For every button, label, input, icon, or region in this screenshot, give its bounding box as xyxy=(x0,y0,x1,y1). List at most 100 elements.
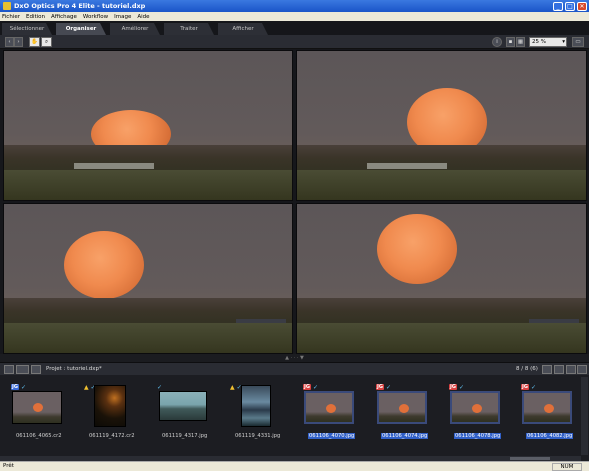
thumbnail-filename: 061119_4331.jpg xyxy=(235,433,281,439)
building xyxy=(74,163,154,169)
preview-pane-3[interactable] xyxy=(3,203,293,354)
thumbnail-filename: 061106_4078.jpg xyxy=(454,433,502,439)
ground xyxy=(297,170,586,200)
thumbnail-image[interactable] xyxy=(12,391,62,424)
menu-fichier[interactable]: Fichier xyxy=(2,14,20,20)
thumbnail[interactable]: ▲✓061119_4172.cr2 xyxy=(84,383,148,443)
image-count: 8 / 8 (6) xyxy=(516,366,538,372)
grid-view-icon[interactable] xyxy=(577,365,587,374)
menu-workflow[interactable]: Workflow xyxy=(83,14,108,20)
format-badge: JG xyxy=(11,384,19,390)
moon xyxy=(377,214,457,284)
menu-edition[interactable]: Edition xyxy=(26,14,45,20)
moon xyxy=(33,402,43,412)
menu-bar: Fichier Edition Affichage Workflow Image… xyxy=(0,12,589,21)
thumbnail-badges: JG ✓ xyxy=(449,383,464,391)
app-icon xyxy=(3,2,11,10)
ground xyxy=(297,323,586,353)
thumbnail-image[interactable] xyxy=(304,391,354,424)
tab-organiser[interactable]: Organiser xyxy=(56,23,106,35)
preview-pane-4[interactable] xyxy=(296,203,587,354)
thumbnail-badges: JG ✓ xyxy=(376,383,391,391)
thumbnail-filename: 061106_4074.jpg xyxy=(381,433,429,439)
window-title: DxO Optics Pro 4 Elite - tutoriel.dxp xyxy=(14,2,146,10)
project-name: tutoriel.dxp* xyxy=(67,366,102,372)
thumbnail[interactable]: JG ✓ 061106_4082.jpg xyxy=(521,383,585,443)
tab-traiter[interactable]: Traiter xyxy=(164,23,214,35)
ground xyxy=(4,170,292,200)
forward-arrow-icon[interactable]: › xyxy=(14,37,23,47)
thumbnail-filename: 061106_4070.jpg xyxy=(308,433,356,439)
project-icon[interactable] xyxy=(4,365,14,374)
check-icon: ✓ xyxy=(157,383,163,391)
info-icon[interactable]: i xyxy=(492,37,502,47)
tab-afficher[interactable]: Afficher xyxy=(218,23,268,35)
preview-pane-1[interactable] xyxy=(3,50,293,201)
vertical-scrollbar[interactable] xyxy=(581,377,588,455)
thumbnail-image[interactable] xyxy=(159,391,207,421)
menu-aide[interactable]: Aide xyxy=(137,14,149,20)
project-menu-icon[interactable] xyxy=(16,365,29,374)
thumbnail[interactable]: JG ✓ 061106_4070.jpg xyxy=(303,383,367,443)
magnifier-icon[interactable]: ⌕ xyxy=(41,37,52,47)
moon xyxy=(326,403,336,413)
project-label-text: Projet : xyxy=(46,366,66,372)
thumbnail-filename: 061119_4172.cr2 xyxy=(89,433,135,439)
fullscreen-icon[interactable]: ▭ xyxy=(572,37,584,47)
tab-selectionner[interactable]: Sélectionner xyxy=(2,23,52,35)
num-lock-indicator: NUM xyxy=(552,463,582,471)
compare-view-icon[interactable]: ▦ xyxy=(516,37,525,47)
thumbnail-image[interactable] xyxy=(241,385,271,427)
filmstrip: JG✓061106_4065.cr2▲✓061119_4172.cr2✓0611… xyxy=(0,375,589,461)
title-bar: DxO Optics Pro 4 Elite - tutoriel.dxp _ … xyxy=(0,0,589,12)
moon xyxy=(399,403,409,413)
check-icon: ✓ xyxy=(385,383,391,391)
format-badge: JG xyxy=(449,384,457,390)
back-arrow-icon[interactable]: ‹ xyxy=(5,37,14,47)
splitter-handle[interactable]: ▲ · · · ▼ xyxy=(0,354,589,362)
maximize-button[interactable]: □ xyxy=(565,1,575,11)
thumbnail-badges: JG ✓ xyxy=(521,383,536,391)
warning-icon: ▲ xyxy=(84,383,89,391)
thumbnail-image[interactable] xyxy=(522,391,572,424)
check-icon: ✓ xyxy=(458,383,464,391)
chevron-down-icon: ▾ xyxy=(562,39,565,45)
single-view-icon[interactable]: ▪ xyxy=(506,37,515,47)
tab-ameliorer[interactable]: Améliorer xyxy=(110,23,160,35)
status-bar: Prêt NUM xyxy=(0,461,589,471)
thumbnail-image[interactable] xyxy=(94,385,126,427)
building xyxy=(367,163,447,169)
menu-image[interactable]: Image xyxy=(114,14,131,20)
status-text: Prêt xyxy=(3,463,14,469)
save-icon[interactable] xyxy=(31,365,41,374)
preview-pane-2[interactable] xyxy=(296,50,587,201)
thumbnail-badges: ▲✓ xyxy=(230,383,242,391)
warning-icon: ▲ xyxy=(230,383,235,391)
format-badge: JG xyxy=(521,384,529,390)
thumbnail-badges: JG ✓ xyxy=(11,383,26,391)
toolbar: ‹ › ✋ ⌕ i ▪ ▦ 25 % ▾ ▭ xyxy=(0,35,589,49)
thumbnail[interactable]: ▲ ✓ 061119_4331.jpg xyxy=(230,383,294,443)
close-button[interactable]: ✕ xyxy=(577,1,587,11)
thumbnail[interactable]: ✓ 061119_4317.jpg xyxy=(157,383,221,443)
thumbnail-badges: ✓ xyxy=(157,383,162,391)
project-bar: Projet : tutoriel.dxp* 8 / 8 (6) xyxy=(0,362,589,375)
minimize-button[interactable]: _ xyxy=(553,1,563,11)
thumbnail-filename: 061119_4317.jpg xyxy=(162,433,208,439)
moon xyxy=(544,403,554,413)
scroll-thumb[interactable] xyxy=(510,457,550,460)
thumbnail[interactable]: JG ✓ 061106_4065.cr2 xyxy=(11,383,75,443)
menu-affichage[interactable]: Affichage xyxy=(51,14,77,20)
thumbnail-image[interactable] xyxy=(377,391,427,424)
hand-icon[interactable]: ✋ xyxy=(29,37,40,47)
thumb-view-icon[interactable] xyxy=(566,365,576,374)
thumbnail-image[interactable] xyxy=(450,391,500,424)
zoom-select[interactable]: 25 % ▾ xyxy=(529,37,567,47)
thumbnail-filename: 061106_4082.jpg xyxy=(526,433,574,439)
thumbnail[interactable]: JG ✓ 061106_4078.jpg xyxy=(449,383,513,443)
thumbnail[interactable]: JG ✓ 061106_4074.jpg xyxy=(376,383,440,443)
detail-view-icon[interactable] xyxy=(554,365,564,374)
list-view-icon[interactable] xyxy=(542,365,552,374)
moon xyxy=(472,403,482,413)
check-icon: ✓ xyxy=(20,383,26,391)
